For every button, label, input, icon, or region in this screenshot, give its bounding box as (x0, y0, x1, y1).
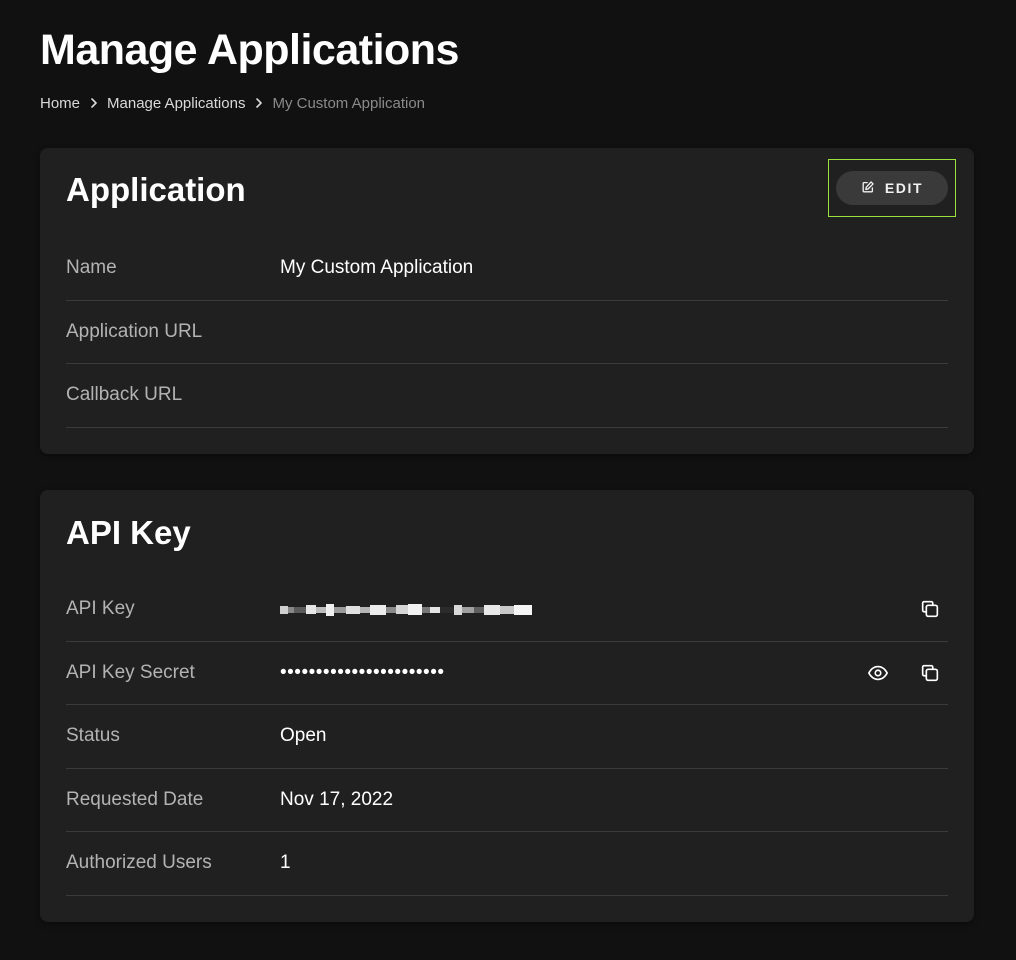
manage-applications-page: Manage Applications Home Manage Applicat… (0, 0, 1016, 960)
row-label: Status (66, 725, 120, 747)
detail-row-application-url: Application URL (66, 301, 948, 364)
application-card-title: Application (66, 171, 246, 208)
row-actions (866, 642, 942, 705)
api-key-card-title: API Key (66, 514, 191, 551)
eye-icon[interactable] (866, 661, 890, 685)
row-value: My Custom Application (280, 257, 474, 279)
copy-icon[interactable] (918, 661, 942, 685)
redacted-api-key (280, 598, 948, 621)
page-title: Manage Applications (40, 26, 459, 74)
pixelated-redaction (280, 599, 532, 621)
detail-row-api-key-secret: API Key Secret ••••••••••••••••••••••• (66, 642, 948, 705)
detail-row-callback-url: Callback URL (66, 364, 948, 428)
api-key-card: API Key API Key API Key Secret •••••••••… (40, 490, 974, 922)
edit-button[interactable]: EDIT (836, 171, 948, 205)
chevron-right-icon (245, 94, 272, 112)
status-value: Open (280, 725, 327, 747)
row-label: Requested Date (66, 788, 204, 810)
breadcrumb-manage-applications[interactable]: Manage Applications (107, 95, 245, 112)
row-label: Callback URL (66, 384, 183, 406)
row-label: API Key (66, 598, 135, 620)
detail-row-authorized-users: Authorized Users 1 (66, 832, 948, 896)
application-details: Name My Custom Application Application U… (66, 237, 948, 428)
row-label: Application URL (66, 320, 203, 342)
row-actions (918, 578, 942, 641)
breadcrumb-home[interactable]: Home (40, 95, 80, 112)
application-card: Application EDIT Name My Custom Applicat… (40, 148, 974, 454)
row-label: Authorized Users (66, 852, 212, 874)
pencil-square-icon (861, 180, 875, 197)
chevron-right-icon (80, 94, 107, 112)
breadcrumb: Home Manage Applications My Custom Appli… (40, 94, 425, 112)
authorized-users-value: 1 (280, 852, 291, 874)
detail-row-name: Name My Custom Application (66, 237, 948, 301)
detail-row-status: Status Open (66, 705, 948, 769)
breadcrumb-current: My Custom Application (272, 94, 426, 112)
requested-date-value: Nov 17, 2022 (280, 788, 394, 810)
row-label: Name (66, 257, 117, 279)
masked-secret: ••••••••••••••••••••••• (280, 661, 445, 683)
copy-icon[interactable] (918, 597, 942, 621)
detail-row-requested-date: Requested Date Nov 17, 2022 (66, 769, 948, 832)
row-label: API Key Secret (66, 661, 195, 683)
detail-row-api-key: API Key (66, 578, 948, 642)
api-key-details: API Key API Key Secret •••••••••••••••••… (66, 578, 948, 896)
edit-button-label: EDIT (884, 180, 924, 196)
